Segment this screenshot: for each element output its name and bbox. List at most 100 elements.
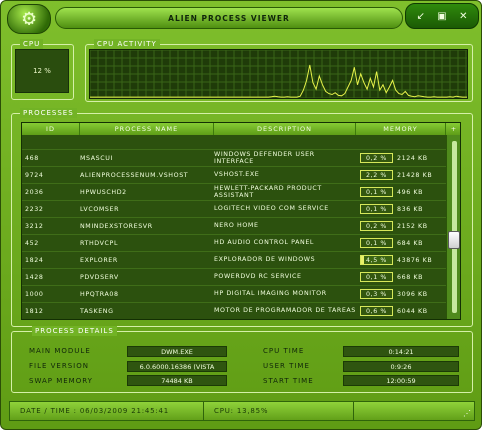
memory-cell: 0,2 % 2124 KB bbox=[356, 153, 446, 163]
memory-percent-box: 0,2 % bbox=[360, 221, 393, 231]
vertical-scrollbar[interactable] bbox=[446, 135, 460, 319]
memory-kb-value: 496 KB bbox=[397, 188, 424, 196]
main-module-label: MAIN MODULE bbox=[29, 347, 91, 355]
memory-kb-value: 3096 KB bbox=[397, 290, 428, 298]
memory-kb-value: 6044 KB bbox=[397, 307, 428, 315]
process-id-cell: 468 bbox=[25, 154, 39, 162]
cpu-time-value: 0:14:21 bbox=[343, 346, 459, 357]
process-details-label: PROCESS DETAILS bbox=[32, 326, 117, 336]
cpu-usage-value: 12 % bbox=[33, 67, 51, 75]
cpu-usage-display: 12 % bbox=[15, 49, 69, 93]
status-bar: DATE / TIME : 06/03/2009 21:45:41 CPU: 1… bbox=[9, 401, 475, 421]
table-row[interactable]: 1824 EXPLORER EXPLORADOR DE WINDOWS 4,5 % 43… bbox=[22, 252, 446, 269]
table-row[interactable]: 1812 TASKENG MOTOR DE PROGRAMADOR DE TAREA… bbox=[22, 303, 446, 319]
window-title: ALIEN PROCESS VIEWER bbox=[168, 13, 290, 23]
process-id-cell: 1824 bbox=[25, 256, 44, 264]
table-header: ID PROCESS NAME DESCRIPTION MEMORY + bbox=[22, 123, 460, 135]
user-time-label: USER TIME bbox=[263, 362, 310, 370]
add-column-button[interactable]: + bbox=[446, 123, 460, 135]
arrow-down-left-icon: ↙ bbox=[416, 10, 425, 22]
memory-kb-value: 836 KB bbox=[397, 205, 424, 213]
process-name-cell: RTHDVCPL bbox=[80, 239, 119, 247]
table-row[interactable]: 1000 HPQTRA08 HP DIGITAL IMAGING MONITOR 0,… bbox=[22, 286, 446, 303]
process-name-cell: EXPLORER bbox=[80, 256, 118, 264]
table-row[interactable]: 1428 PDVDSERV POWERDVD RC SERVICE 0,1 % 668 … bbox=[22, 269, 446, 286]
table-row[interactable]: 2232 LVCOMSER LOGITECH VIDEO COM SERVICE 0,… bbox=[22, 201, 446, 218]
main-module-value: DWM.EXE bbox=[127, 346, 227, 357]
table-row-partial bbox=[22, 135, 446, 150]
start-time-label: START TIME bbox=[263, 377, 314, 385]
column-header-memory[interactable]: MEMORY bbox=[356, 123, 446, 135]
process-id-cell: 2036 bbox=[25, 188, 44, 196]
process-description-cell: VSHOST.EXE bbox=[214, 171, 260, 179]
start-time-value: 12:00:59 bbox=[343, 375, 459, 386]
memory-cell: 2,2 % 21428 KB bbox=[356, 170, 446, 180]
close-icon: ✕ bbox=[459, 10, 468, 22]
scrollbar-thumb[interactable] bbox=[448, 231, 460, 249]
process-description-cell: POWERDVD RC SERVICE bbox=[214, 273, 302, 281]
memory-cell: 0,1 % 684 KB bbox=[356, 238, 446, 248]
memory-percent-box: 0,1 % bbox=[360, 204, 393, 214]
memory-percent-box: 0,2 % bbox=[360, 153, 393, 163]
memory-percent-box: 2,2 % bbox=[360, 170, 393, 180]
gear-icon[interactable]: ⚙ bbox=[7, 4, 51, 34]
table-row[interactable]: 2036 HPWUSCHD2 HEWLETT-PACKARD PRODUCT ASS… bbox=[22, 184, 446, 201]
memory-cell: 0,6 % 6044 KB bbox=[356, 306, 446, 316]
process-id-cell: 9724 bbox=[25, 171, 44, 179]
process-name-cell: ALIENPROCESSENUM.VSHOST bbox=[80, 171, 189, 179]
memory-percent-box: 0,6 % bbox=[360, 306, 393, 316]
process-id-cell: 452 bbox=[25, 239, 39, 247]
minimize-button[interactable]: ↙ bbox=[412, 7, 430, 25]
cpu-time-label: CPU TIME bbox=[263, 347, 305, 355]
process-id-cell: 1428 bbox=[25, 273, 44, 281]
process-name-cell: LVCOMSER bbox=[80, 205, 120, 213]
file-version-value: 6.0.6000.16386 (VISTA bbox=[127, 361, 227, 372]
process-id-cell: 1000 bbox=[25, 290, 44, 298]
processes-label: PROCESSES bbox=[20, 108, 77, 118]
maximize-button[interactable]: ▣ bbox=[433, 7, 451, 25]
process-name-cell: MSASCUI bbox=[80, 154, 113, 162]
process-table: ID PROCESS NAME DESCRIPTION MEMORY + 468… bbox=[21, 122, 461, 320]
cpu-activity-chart bbox=[90, 50, 467, 98]
close-button[interactable]: ✕ bbox=[454, 7, 472, 25]
cpu-activity-line bbox=[90, 64, 467, 98]
swap-memory-label: SWAP MEMORY bbox=[29, 377, 93, 385]
cpu-activity-label: CPU ACTIVITY bbox=[94, 39, 160, 49]
column-header-process-name[interactable]: PROCESS NAME bbox=[80, 123, 214, 135]
scrollbar-track[interactable] bbox=[452, 141, 457, 313]
memory-percent-box: 0,1 % bbox=[360, 272, 393, 282]
memory-cell: 0,1 % 668 KB bbox=[356, 272, 446, 282]
memory-percent-box: 0,1 % bbox=[360, 238, 393, 248]
memory-percent-box: 0,3 % bbox=[360, 289, 393, 299]
process-name-cell: NMINDEXSTORESVR bbox=[80, 222, 153, 230]
table-row[interactable]: 468 MSASCUI WINDOWS DEFENDER USER INTERFAC… bbox=[22, 150, 446, 167]
table-row[interactable]: 9724 ALIENPROCESSENUM.VSHOST VSHOST.EXE 2,2… bbox=[22, 167, 446, 184]
cpu-group-label: CPU bbox=[20, 39, 44, 49]
memory-cell: 4,5 % 43876 KB bbox=[356, 255, 446, 265]
app-window: ⚙ ALIEN PROCESS VIEWER ↙ ▣ ✕ CPU 12 % CP… bbox=[0, 0, 482, 430]
process-id-cell: 2232 bbox=[25, 205, 44, 213]
process-description-cell: HD AUDIO CONTROL PANEL bbox=[214, 239, 315, 247]
process-description-cell: MOTOR DE PROGRAMADOR DE TAREAS bbox=[214, 307, 356, 315]
memory-kb-value: 2152 KB bbox=[397, 222, 428, 230]
table-row[interactable]: 452 RTHDVCPL HD AUDIO CONTROL PANEL 0,1 % 68… bbox=[22, 235, 446, 252]
resize-grip-icon[interactable]: ⋰ bbox=[463, 409, 471, 418]
process-description-cell: NERO HOME bbox=[214, 222, 259, 230]
memory-cell: 0,1 % 496 KB bbox=[356, 187, 446, 197]
memory-kb-value: 2124 KB bbox=[397, 154, 428, 162]
process-name-cell: PDVDSERV bbox=[80, 273, 119, 281]
memory-cell: 0,3 % 3096 KB bbox=[356, 289, 446, 299]
memory-cell: 0,2 % 2152 KB bbox=[356, 221, 446, 231]
process-id-cell: 1812 bbox=[25, 307, 44, 315]
table-row[interactable]: 3212 NMINDEXSTORESVR NERO HOME 0,2 % 2152 KB bbox=[22, 218, 446, 235]
process-name-cell: TASKENG bbox=[80, 307, 114, 315]
column-header-id[interactable]: ID bbox=[22, 123, 80, 135]
memory-percent-box: 0,1 % bbox=[360, 187, 393, 197]
column-header-description[interactable]: DESCRIPTION bbox=[214, 123, 356, 135]
title-bar[interactable]: ⚙ ALIEN PROCESS VIEWER ↙ ▣ ✕ bbox=[1, 1, 481, 35]
status-cpu: CPU: 13,85% bbox=[204, 402, 354, 420]
memory-kb-value: 21428 KB bbox=[397, 171, 433, 179]
memory-cell: 0,1 % 836 KB bbox=[356, 204, 446, 214]
swap-memory-value: 74484 KB bbox=[127, 375, 227, 386]
process-description-cell: HP DIGITAL IMAGING MONITOR bbox=[214, 290, 327, 298]
